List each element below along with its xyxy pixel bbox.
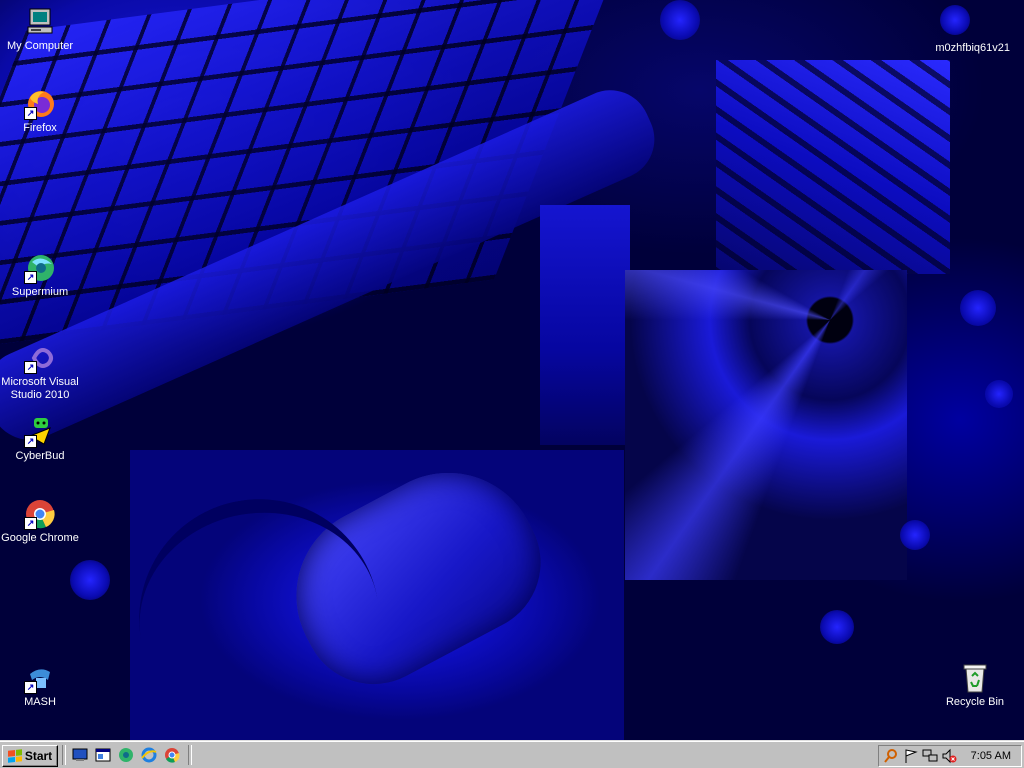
wallpaper-bokeh: [940, 5, 970, 35]
cyberbud-icon: ↗: [24, 416, 56, 448]
wallpaper-bokeh: [960, 290, 996, 326]
hostname-label: m0zhfbiq61v21: [935, 42, 1010, 54]
taskbar: Start 7:05 AM: [0, 740, 1024, 768]
wallpaper-bokeh: [985, 380, 1013, 408]
desktop-icon-mash[interactable]: ↗ MASH: [0, 662, 80, 709]
shortcut-arrow-icon: ↗: [24, 517, 37, 530]
shortcut-arrow-icon: ↗: [24, 435, 37, 448]
supermium-icon[interactable]: [118, 747, 134, 763]
desktop-wallpaper: [0, 0, 1024, 740]
wallpaper-cable-panel: [716, 60, 950, 274]
desktop-icon-firefox[interactable]: ↗ Firefox: [0, 88, 80, 135]
shortcut-arrow-icon: ↗: [24, 107, 37, 120]
recycle-bin-icon: [959, 662, 991, 694]
desktop-icon-label: Firefox: [23, 122, 57, 134]
desktop-icon-label: MASH: [24, 696, 56, 708]
network-icon[interactable]: [922, 748, 938, 764]
desktop-icon-label: Supermium: [11, 286, 69, 298]
visual-studio-icon: ↗: [24, 342, 56, 374]
wallpaper-bokeh: [900, 520, 930, 550]
shortcut-arrow-icon: ↗: [24, 681, 37, 694]
desktop-icon-cyberbud[interactable]: ↗ CyberBud: [0, 416, 80, 463]
desktop-icon-supermium[interactable]: ↗ Supermium: [0, 252, 80, 299]
volume-muted-icon[interactable]: [941, 748, 957, 764]
desktop-icon-label: Google Chrome: [1, 532, 79, 544]
taskbar-separator: [188, 745, 192, 765]
shortcut-arrow-icon: ↗: [24, 271, 37, 284]
chrome-icon[interactable]: [164, 747, 180, 763]
start-label: Start: [24, 749, 53, 763]
desktop-icon-visual-studio[interactable]: ↗ Microsoft Visual Studio 2010: [0, 342, 80, 402]
mash-icon: ↗: [24, 662, 56, 694]
clock[interactable]: 7:05 AM: [971, 750, 1011, 762]
desktop-icon-label: My Computer: [6, 40, 74, 52]
computer-icon: [24, 6, 56, 38]
firefox-icon: ↗: [24, 88, 56, 120]
internet-explorer-icon[interactable]: [141, 747, 157, 763]
wallpaper-bokeh: [70, 560, 110, 600]
desktop-icon-google-chrome[interactable]: ↗ Google Chrome: [0, 498, 80, 545]
desktop-icon-label: Microsoft Visual Studio 2010: [1, 376, 79, 401]
flag-icon[interactable]: [903, 748, 919, 764]
wallpaper-bokeh: [660, 0, 700, 40]
wallpaper-bokeh: [820, 610, 854, 644]
desktop-icon-recycle-bin[interactable]: Recycle Bin: [934, 662, 1016, 709]
search-icon[interactable]: [883, 748, 899, 764]
show-desktop-icon[interactable]: [72, 747, 88, 763]
system-tray: 7:05 AM: [878, 745, 1022, 767]
start-button[interactable]: Start: [2, 745, 58, 767]
desktop-icon-my-computer[interactable]: My Computer: [0, 6, 80, 53]
wallpaper-small-panel: [540, 205, 630, 445]
taskbar-separator: [62, 745, 66, 765]
wallpaper-cd-rays: [625, 270, 907, 580]
supermium-icon: ↗: [24, 252, 56, 284]
desktop-icon-label: CyberBud: [15, 450, 65, 462]
chrome-icon: ↗: [24, 498, 56, 530]
shortcut-arrow-icon: ↗: [24, 361, 37, 374]
explorer-icon[interactable]: [95, 747, 111, 763]
windows-logo-icon: [7, 749, 22, 763]
desktop-icon-label: Recycle Bin: [945, 696, 1005, 708]
